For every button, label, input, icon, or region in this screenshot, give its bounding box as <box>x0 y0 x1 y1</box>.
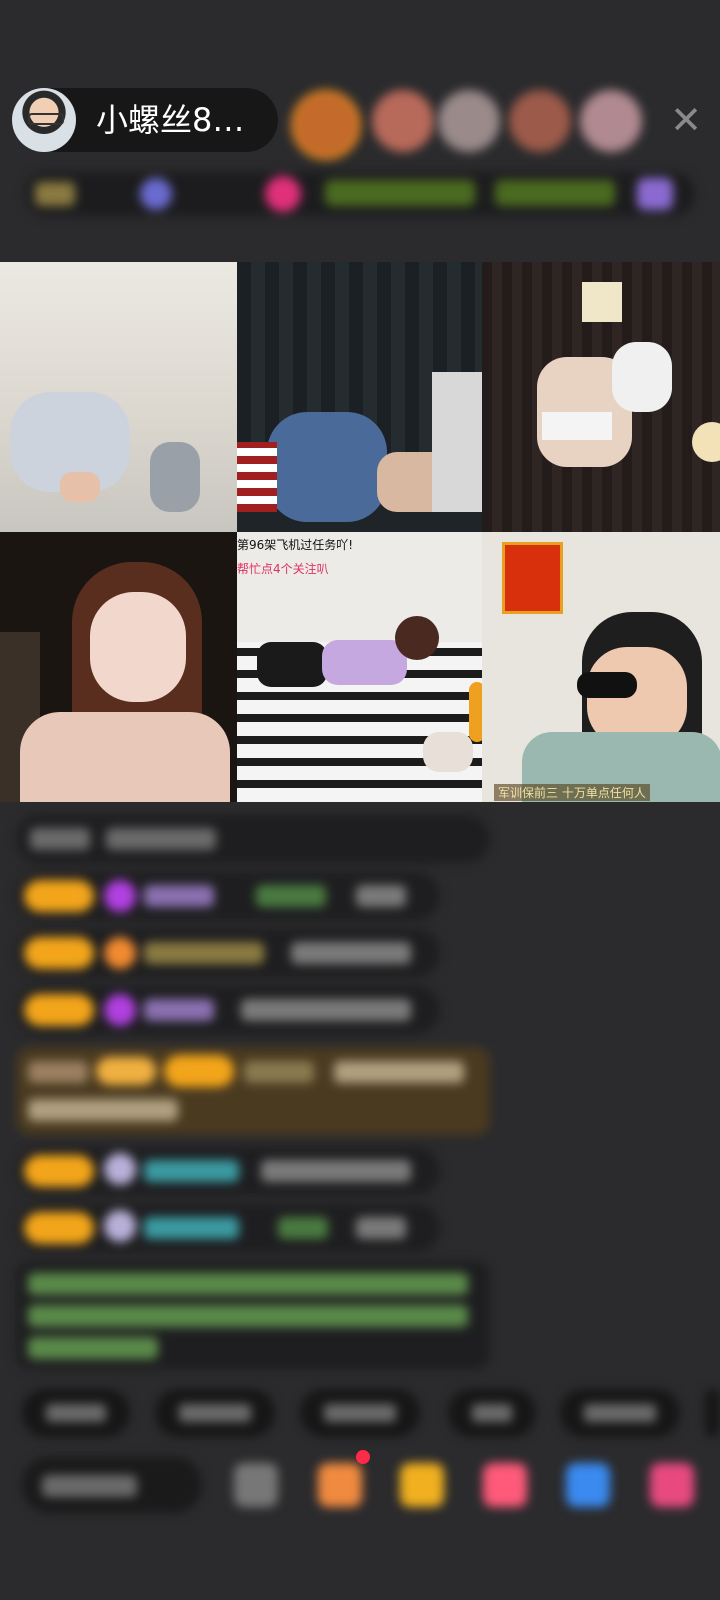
chat-message-6[interactable] <box>16 1204 440 1252</box>
chat-message-4[interactable] <box>16 986 440 1034</box>
video-tile-6[interactable]: 军训保前三 十万单点任何人 <box>482 532 720 802</box>
close-icon[interactable]: ✕ <box>666 100 706 140</box>
tile5-caption-bottom: 帮忙点4个关注叭 <box>237 562 329 576</box>
notification-dot <box>356 1450 370 1464</box>
host-avatar[interactable] <box>12 88 76 152</box>
video-tile-2[interactable] <box>237 262 482 532</box>
quick-chip-1[interactable] <box>22 1389 130 1437</box>
video-tile-4[interactable] <box>0 532 237 802</box>
sticker-image <box>502 542 563 614</box>
chat-message-1[interactable] <box>16 815 490 863</box>
quick-chip-5[interactable] <box>560 1389 680 1437</box>
quick-chip-6[interactable] <box>705 1389 720 1437</box>
treasure-icon[interactable] <box>400 1463 444 1507</box>
game-icon[interactable] <box>566 1463 610 1507</box>
quick-chip-2[interactable] <box>155 1389 275 1437</box>
comment-input[interactable] <box>22 1457 202 1513</box>
room-stats-row[interactable] <box>25 172 695 216</box>
chat-message-3[interactable] <box>16 929 440 977</box>
viewer-avatar-2[interactable] <box>372 90 434 152</box>
tile6-caption-bottom: 军训保前三 十万单点任何人 <box>494 784 650 801</box>
video-tile-5[interactable]: 第96架飞机过任务吖! 帮忙点4个关注叭 <box>237 532 482 802</box>
host-name[interactable]: 小螺丝8… <box>96 100 244 140</box>
quick-chip-4[interactable] <box>448 1389 536 1437</box>
viewer-avatar-3[interactable] <box>438 90 500 152</box>
quick-chip-3[interactable] <box>300 1389 420 1437</box>
chat-message-5[interactable] <box>16 1147 440 1195</box>
gift-box-icon[interactable] <box>318 1463 362 1507</box>
viewer-avatar-5[interactable] <box>580 90 642 152</box>
video-tile-1[interactable] <box>0 262 237 532</box>
video-tile-3[interactable] <box>482 262 720 532</box>
viewer-avatar-4[interactable] <box>509 90 571 152</box>
chat-message-2[interactable] <box>16 872 440 920</box>
chat-message-highlight[interactable] <box>16 1047 490 1135</box>
share-icon[interactable] <box>234 1463 278 1507</box>
viewer-avatar-1[interactable] <box>291 90 361 160</box>
fans-club-icon[interactable] <box>483 1463 527 1507</box>
gift-icon[interactable] <box>650 1463 694 1507</box>
tile5-caption-top: 第96架飞机过任务吖! <box>237 538 354 552</box>
system-notice <box>16 1261 490 1369</box>
